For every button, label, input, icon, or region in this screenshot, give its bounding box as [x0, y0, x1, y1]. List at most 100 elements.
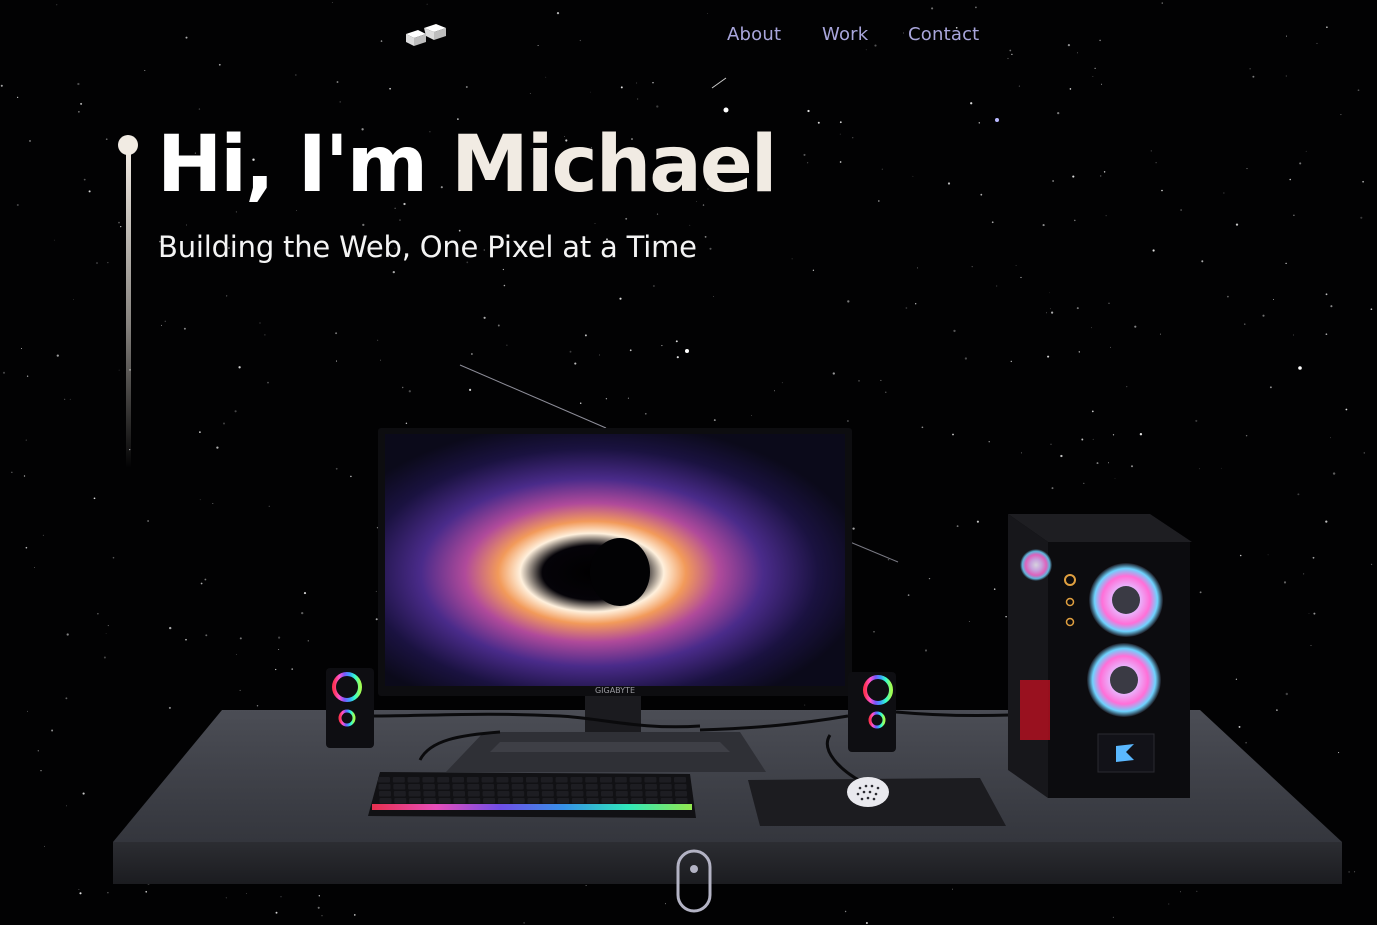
keyboard-key — [660, 791, 673, 797]
keyboard-key — [542, 798, 555, 804]
star — [335, 332, 338, 335]
keyboard-key — [541, 784, 554, 790]
star — [971, 265, 973, 268]
star — [389, 87, 391, 90]
desk-setup-scene: GIGABYTE — [113, 428, 1342, 884]
blocks-logo-icon[interactable] — [404, 22, 448, 48]
keyboard-key — [497, 791, 510, 797]
star — [1018, 85, 1020, 87]
star — [1360, 216, 1363, 219]
star — [183, 327, 186, 330]
keyboard-key — [527, 798, 540, 804]
keyboard-key — [540, 777, 553, 783]
keyboard-key — [570, 784, 583, 790]
star — [912, 175, 914, 177]
star — [1134, 325, 1137, 328]
nav-link-about[interactable]: About — [727, 24, 781, 45]
star — [1051, 311, 1054, 314]
star — [1103, 171, 1106, 173]
keyboard-key — [423, 791, 436, 797]
desk-front — [113, 842, 1342, 884]
star — [847, 300, 850, 303]
star — [1015, 265, 1017, 267]
keyboard-key — [496, 777, 509, 783]
star — [198, 108, 201, 110]
keyboard-key — [496, 784, 509, 790]
keyboard-key — [452, 777, 464, 783]
star — [377, 339, 379, 341]
keyboard-key — [585, 784, 598, 790]
star — [1074, 219, 1076, 222]
star — [295, 74, 297, 76]
keyboard-key — [644, 777, 657, 783]
keyboard-key — [526, 784, 539, 790]
star — [1201, 260, 1204, 263]
star — [96, 262, 98, 264]
star — [877, 200, 880, 202]
keyboard-key — [556, 791, 569, 797]
star — [399, 219, 401, 221]
star — [619, 297, 622, 300]
star — [1180, 209, 1182, 211]
star — [817, 121, 820, 124]
star — [29, 140, 31, 142]
keyboard-key — [512, 791, 525, 797]
star — [1340, 114, 1342, 116]
star — [661, 345, 663, 347]
star — [1272, 299, 1274, 300]
star — [991, 221, 994, 224]
star — [264, 334, 266, 336]
keyboard-key — [674, 777, 686, 783]
star — [1155, 162, 1157, 164]
hero-title: Hi, I'm Michael — [157, 120, 778, 210]
star — [636, 98, 639, 100]
keyboard-key — [437, 777, 450, 783]
star — [235, 211, 237, 213]
star — [465, 86, 468, 88]
star — [72, 299, 74, 300]
star — [1049, 292, 1050, 294]
keyboard-key — [378, 784, 391, 790]
star — [709, 247, 712, 250]
keyboard-key — [675, 791, 687, 797]
keyboard-key — [379, 791, 391, 797]
keyboard-key — [571, 791, 584, 797]
keyboard-key — [392, 777, 405, 783]
star — [107, 262, 109, 264]
keyboard-key — [379, 798, 392, 804]
star — [160, 324, 162, 326]
star — [590, 91, 591, 93]
star — [839, 121, 842, 124]
keyboard-key — [482, 791, 495, 797]
keyboard-key — [408, 791, 421, 797]
keyboard-key — [438, 791, 451, 797]
mouse — [847, 777, 889, 807]
star — [1105, 215, 1107, 217]
nav-link-work[interactable]: Work — [822, 24, 868, 45]
star — [978, 122, 981, 124]
keyboard-key — [555, 777, 568, 783]
nav-link-contact[interactable]: Contact — [908, 24, 979, 45]
keyboard-key — [527, 791, 539, 797]
star — [16, 203, 19, 207]
keyboard-key — [631, 798, 644, 804]
star — [1099, 175, 1102, 177]
star — [594, 223, 596, 224]
keyboard-key — [571, 798, 584, 804]
star — [881, 168, 883, 170]
keyboard-key — [511, 777, 524, 783]
star — [1299, 162, 1302, 165]
star — [1357, 89, 1360, 92]
star — [1330, 305, 1333, 308]
star — [652, 284, 655, 288]
star — [186, 224, 187, 226]
star — [803, 153, 806, 156]
star — [296, 210, 297, 211]
mouse-scroll-icon[interactable] — [676, 849, 712, 913]
star — [392, 270, 395, 274]
star — [1289, 178, 1291, 181]
star — [839, 161, 842, 163]
star — [336, 81, 339, 83]
star — [120, 225, 122, 228]
star — [21, 348, 23, 349]
